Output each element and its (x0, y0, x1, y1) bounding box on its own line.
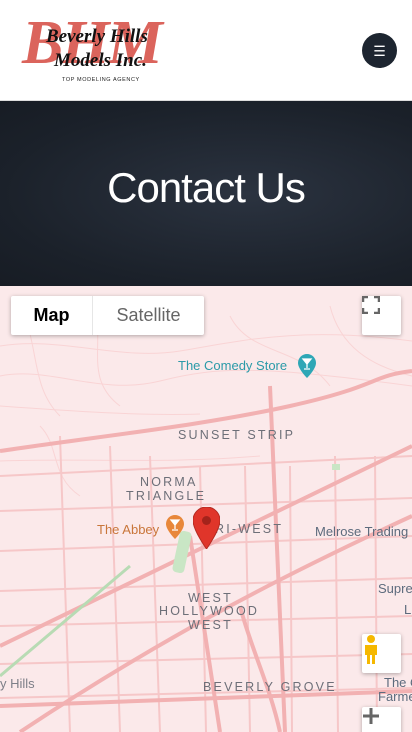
zoom-in-button[interactable] (362, 707, 401, 732)
district-norma-triangle-1: NORMA (140, 475, 198, 489)
google-map[interactable]: Map Satellite The Comedy Store SUNSET ST… (0, 286, 412, 732)
district-norma-triangle-2: TRIANGLE (126, 489, 207, 503)
poi-the-abbey[interactable]: The Abbey (97, 522, 159, 537)
area-beverly-hills: y Hills (0, 676, 35, 691)
fullscreen-icon (362, 296, 380, 314)
poi-cut-off[interactable]: L (404, 602, 411, 617)
site-header: BHM Beverly Hills Models Inc. TOP MODELI… (0, 0, 412, 101)
district-beverly-grove: BEVERLY GROVE (203, 680, 337, 694)
poi-supre[interactable]: Supre (378, 581, 412, 596)
plus-icon (363, 708, 379, 724)
logo-line-2: Models Inc. (54, 50, 147, 71)
street-view-pegman[interactable] (362, 634, 401, 673)
district-sunset-strip: SUNSET STRIP (178, 428, 296, 442)
fullscreen-button[interactable] (362, 296, 401, 335)
menu-button[interactable]: ☰ (362, 33, 397, 68)
district-riwest: RI-WEST (215, 522, 284, 536)
map-type-control: Map Satellite (11, 296, 204, 335)
bar-pin-icon[interactable] (298, 354, 316, 378)
site-logo[interactable]: BHM Beverly Hills Models Inc. TOP MODELI… (20, 9, 182, 88)
poi-the-original[interactable]: The O (384, 675, 412, 690)
poi-comedy-store[interactable]: The Comedy Store (178, 358, 287, 373)
map-type-satellite-button[interactable]: Satellite (93, 296, 204, 335)
cocktail-pin-icon[interactable] (166, 515, 184, 539)
logo-line-1: Beverly Hills (46, 26, 148, 47)
map-type-map-button[interactable]: Map (11, 296, 93, 335)
pegman-icon (365, 635, 377, 664)
hamburger-icon: ☰ (373, 42, 386, 59)
district-west-hollywood-2: HOLLYWOOD (159, 604, 260, 618)
location-marker-icon[interactable] (193, 507, 220, 549)
logo-tagline: TOP MODELING AGENCY (62, 77, 140, 83)
district-west-hollywood-3: WEST (188, 618, 233, 632)
page-hero: Contact Us (0, 101, 412, 286)
poi-farmers-market[interactable]: Farmers M (378, 689, 412, 704)
page-title: Contact Us (107, 164, 306, 211)
poi-melrose-trading[interactable]: Melrose Trading (315, 524, 408, 539)
